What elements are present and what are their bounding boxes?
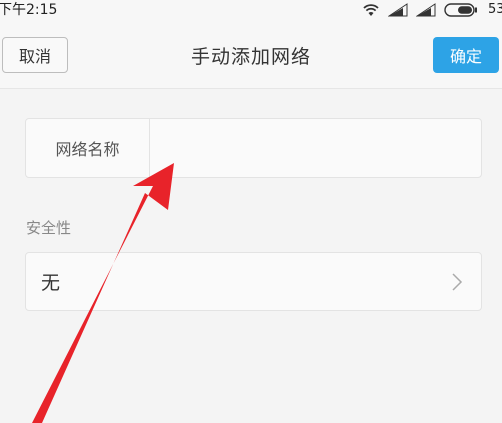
network-name-label: 网络名称 [26, 119, 150, 177]
security-value: 无 [41, 272, 61, 294]
confirm-button[interactable]: 确定 [433, 37, 499, 73]
battery-percent: 53% [488, 2, 502, 17]
status-bar: 下午2:15 53% [0, 0, 502, 22]
signal-icon [416, 3, 436, 17]
network-name-input[interactable] [150, 119, 480, 177]
status-icons: 53% [362, 2, 502, 18]
signal-icon [388, 3, 408, 17]
page-title: 手动添加网络 [190, 46, 311, 68]
chevron-right-icon [452, 273, 463, 291]
status-time: 下午2:15 [0, 2, 58, 18]
wifi-icon [363, 4, 379, 16]
battery-icon [444, 3, 477, 17]
network-name-row: 网络名称 [25, 118, 482, 178]
screen: 下午2:15 53% 取消 手动添加网络 [0, 0, 502, 423]
security-section-label: 安全性 [26, 219, 72, 237]
title-bar: 取消 手动添加网络 确定 [0, 22, 502, 89]
security-selector[interactable]: 无 [25, 252, 482, 311]
